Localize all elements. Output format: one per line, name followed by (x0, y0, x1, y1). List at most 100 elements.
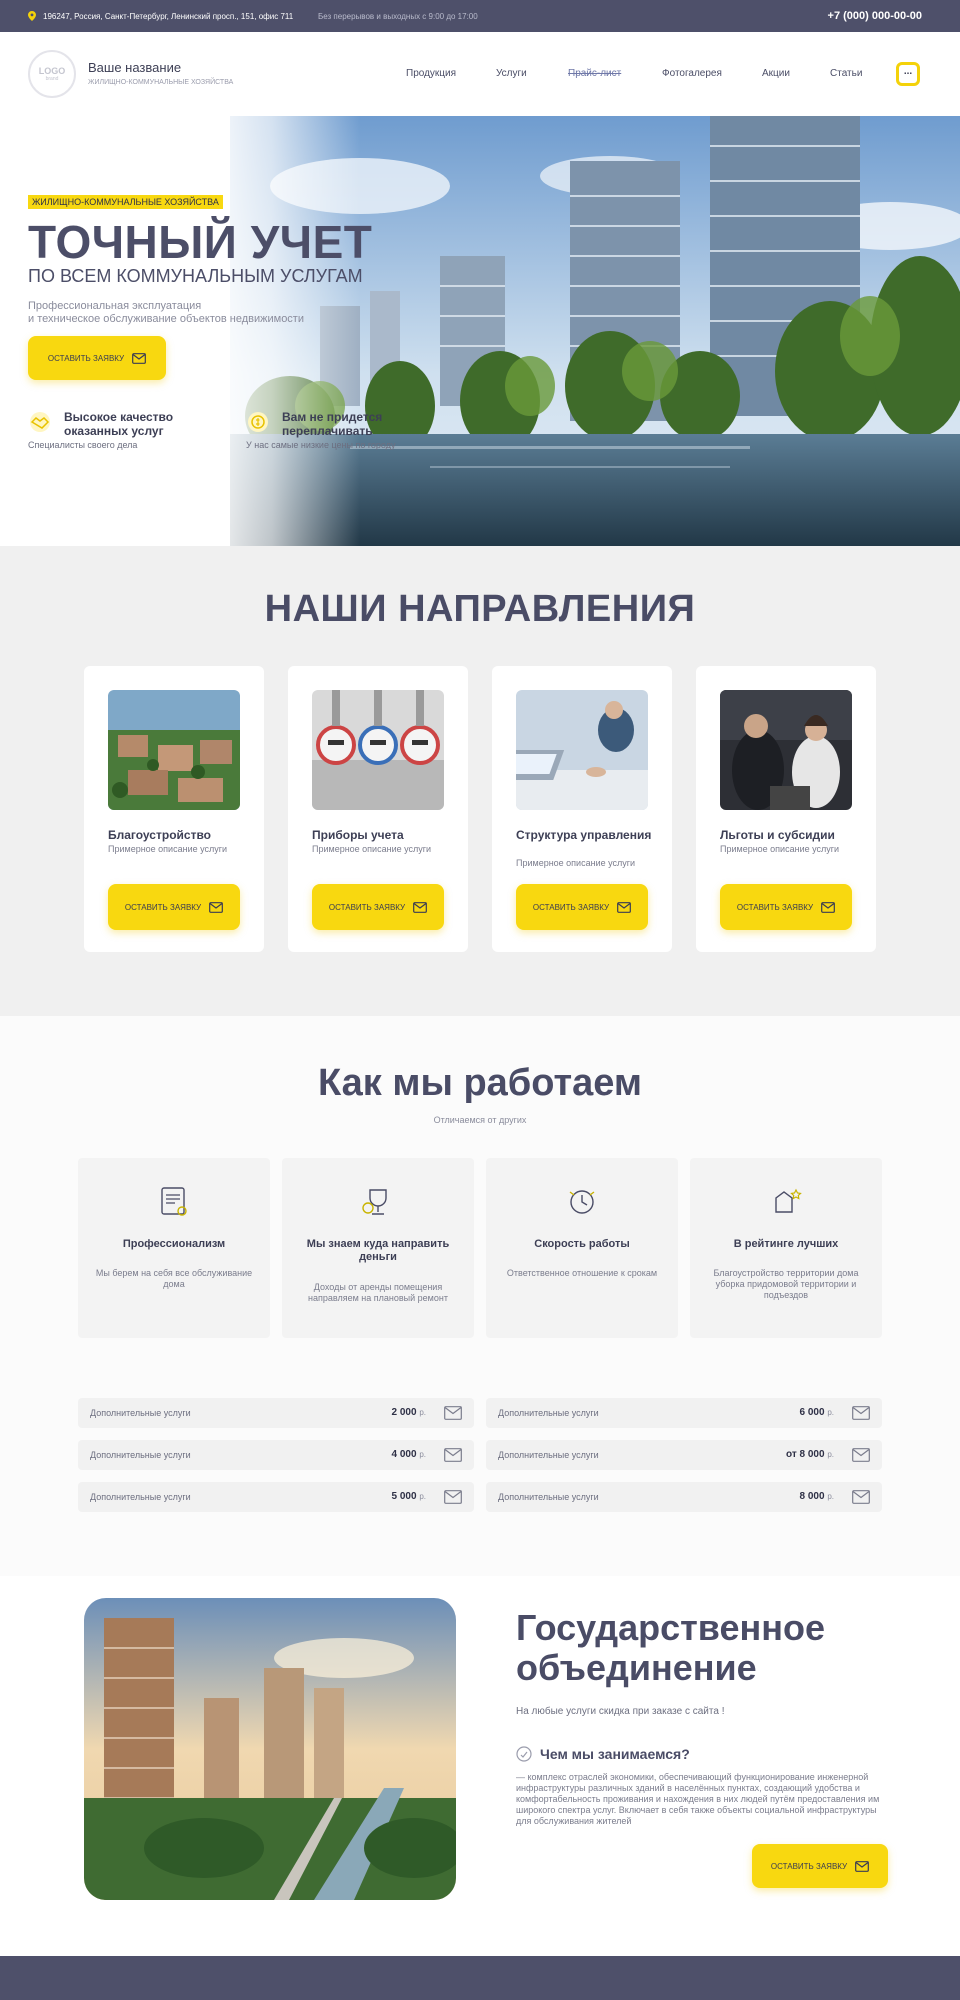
rating-icon (775, 1188, 802, 1213)
direction-card: Льготы и субсидии Примерное описание усл… (696, 666, 876, 952)
price-value: 2 000 р. (391, 1407, 426, 1418)
top-bar: 196247, Россия, Санкт-Петербург, Ленинск… (0, 0, 960, 32)
benefits-image (720, 690, 852, 810)
work-card-desc: Благоустройство территории дома уборка п… (713, 1268, 859, 1300)
price-row[interactable]: Дополнительные услуги 4 000 р. (78, 1440, 474, 1470)
price-row[interactable]: Дополнительные услуги 5 000 р. (78, 1482, 474, 1512)
mail-icon (855, 1860, 870, 1872)
mail-icon[interactable] (444, 1490, 462, 1504)
price-label: Дополнительные услуги (498, 1492, 599, 1502)
direction-request-button[interactable]: ОСТАВИТЬ ЗАЯВКУ (312, 884, 444, 930)
price-row[interactable]: Дополнительные услуги 6 000 р. (486, 1398, 882, 1428)
how-we-work-section: Как мы работаем Отличаемся от других Про… (0, 1016, 960, 1576)
price-value: 5 000 р. (391, 1491, 426, 1502)
logo[interactable]: LOGO brand (28, 50, 76, 98)
mail-icon (413, 901, 428, 913)
feature-quality-desc: Специалисты своего дела (28, 440, 138, 450)
work-card-title: Скорость работы (534, 1238, 630, 1250)
direction-request-label: ОСТАВИТЬ ЗАЯВКУ (736, 902, 814, 912)
price-value: 8 000 р. (799, 1491, 834, 1502)
certificate-icon (161, 1187, 187, 1216)
gov-request-button[interactable]: ОСТАВИТЬ ЗАЯВКУ (752, 1844, 888, 1888)
work-card-title: Профессионализм (122, 1238, 226, 1250)
hero-section: ЖИЛИЩНО-КОММУНАЛЬНЫЕ ХОЗЯЙСТВА ТОЧНЫЙ УЧ… (0, 116, 960, 546)
work-card-desc: Доходы от аренды помещения направляем на… (308, 1282, 448, 1303)
direction-request-label: ОСТАВИТЬ ЗАЯВКУ (328, 902, 406, 912)
handshake-icon (30, 412, 50, 432)
mail-icon[interactable] (852, 1490, 870, 1504)
logo-text: LOGO (38, 66, 66, 76)
how-subtitle: Отличаемся от других (433, 1115, 527, 1125)
address: 196247, Россия, Санкт-Петербург, Ленинск… (28, 11, 293, 21)
work-card-desc: Ответственное отношение к срокам (506, 1268, 658, 1278)
hero-request-button[interactable]: ОСТАВИТЬ ЗАЯВКУ (28, 336, 166, 380)
hero-tag: ЖИЛИЩНО-КОММУНАЛЬНЫЕ ХОЗЯЙСТВА (28, 195, 223, 209)
more-menu-button[interactable]: ... (896, 62, 920, 86)
nav-services[interactable]: Услуги (496, 68, 527, 79)
work-card-title: В рейтинге лучших (733, 1238, 839, 1250)
mail-icon[interactable] (444, 1448, 462, 1462)
direction-card: Приборы учета Примерное описание услуги … (288, 666, 468, 952)
hero-desc-line1: Профессиональная эксплуатация (28, 300, 202, 312)
direction-desc: Примерное описание услуги (312, 844, 432, 854)
gov-promo: На любые услуги скидка при заказе с сайт… (516, 1706, 725, 1717)
direction-title: Приборы учета (312, 828, 404, 842)
footer-bar (0, 1956, 960, 2000)
nav-articles[interactable]: Статьи (830, 68, 862, 79)
meters-image (312, 690, 444, 810)
direction-desc: Примерное описание услуги (516, 858, 636, 868)
mail-icon[interactable] (444, 1406, 462, 1420)
price-label: Дополнительные услуги (90, 1408, 191, 1418)
work-card: Мы знаем куда направить деньги Доходы от… (282, 1158, 474, 1338)
laurel-icon (516, 1746, 532, 1762)
gov-question-text: Чем мы занимаемся? (540, 1746, 690, 1762)
directions-section: НАШИ НАПРАВЛЕНИЯ Благоустройство Примерн… (0, 546, 960, 1016)
gov-request-label: ОСТАВИТЬ ЗАЯВКУ (770, 1861, 848, 1871)
work-card-title: Мы знаем куда направить деньги (306, 1238, 450, 1263)
mail-icon[interactable] (852, 1406, 870, 1420)
management-image (516, 690, 648, 810)
work-card-desc: Мы берем на себя все обслуживание дома (95, 1268, 253, 1289)
gov-section: Государственное объединение На любые усл… (0, 1576, 960, 1956)
city-aerial-image (84, 1598, 456, 1900)
work-card: Профессионализм Мы берем на себя все обс… (78, 1158, 270, 1338)
direction-card: Структура управления Примерное описание … (492, 666, 672, 952)
price-label: Дополнительные услуги (90, 1450, 191, 1460)
price-label: Дополнительные услуги (498, 1450, 599, 1460)
price-row[interactable]: Дополнительные услуги от 8 000 р. (486, 1440, 882, 1470)
direction-request-button[interactable]: ОСТАВИТЬ ЗАЯВКУ (516, 884, 648, 930)
feature-price-desc: У нас самые низкие цены по городу (246, 440, 396, 450)
feature-price-title: Вам не придется переплачивать (282, 410, 383, 438)
mail-icon (209, 901, 224, 913)
landscaping-image (108, 690, 240, 810)
direction-request-button[interactable]: ОСТАВИТЬ ЗАЯВКУ (720, 884, 852, 930)
nav-gallery[interactable]: Фотогалерея (662, 68, 722, 79)
location-pin-icon (28, 11, 36, 21)
gov-text: — комплекс отраслей экономики, обеспечив… (516, 1772, 880, 1826)
price-value: 6 000 р. (799, 1407, 834, 1418)
price-value: от 8 000 р. (785, 1449, 834, 1460)
address-text: 196247, Россия, Санкт-Петербург, Ленинск… (43, 11, 294, 21)
gov-title: Государственное объединение (516, 1608, 916, 1688)
nav-promotions[interactable]: Акции (762, 68, 790, 79)
work-hours: Без перерывов и выходных с 9:00 до 17:00 (318, 12, 478, 21)
hero-subtitle: ПО ВСЕМ КОММУНАЛЬНЫМ УСЛУГАМ (28, 266, 363, 286)
how-title: Как мы работаем (317, 1062, 643, 1104)
direction-request-label: ОСТАВИТЬ ЗАЯВКУ (124, 902, 202, 912)
price-row[interactable]: Дополнительные услуги 2 000 р. (78, 1398, 474, 1428)
direction-card: Благоустройство Примерное описание услуг… (84, 666, 264, 952)
mail-icon (617, 901, 632, 913)
price-label: Дополнительные услуги (498, 1408, 599, 1418)
work-card: Скорость работы Ответственное отношение … (486, 1158, 678, 1338)
hero-description: Профессиональная эксплуатация и техничес… (28, 300, 348, 326)
phone-link[interactable]: +7 (000) 000-00-00 (828, 10, 922, 22)
nav-price-list[interactable]: Прайс-лист (568, 68, 621, 79)
nav-products[interactable]: Продукция (406, 68, 456, 79)
direction-request-button[interactable]: ОСТАВИТЬ ЗАЯВКУ (108, 884, 240, 930)
mail-icon[interactable] (852, 1448, 870, 1462)
price-row[interactable]: Дополнительные услуги 8 000 р. (486, 1482, 882, 1512)
directions-title: НАШИ НАПРАВЛЕНИЯ (264, 588, 696, 630)
brand-name: Ваше название (88, 60, 182, 75)
site-header: LOGO brand Ваше название ЖИЛИЩНО-КОММУНА… (0, 32, 960, 116)
hero-desc-line2: и техническое обслуживание объектов недв… (28, 313, 304, 325)
